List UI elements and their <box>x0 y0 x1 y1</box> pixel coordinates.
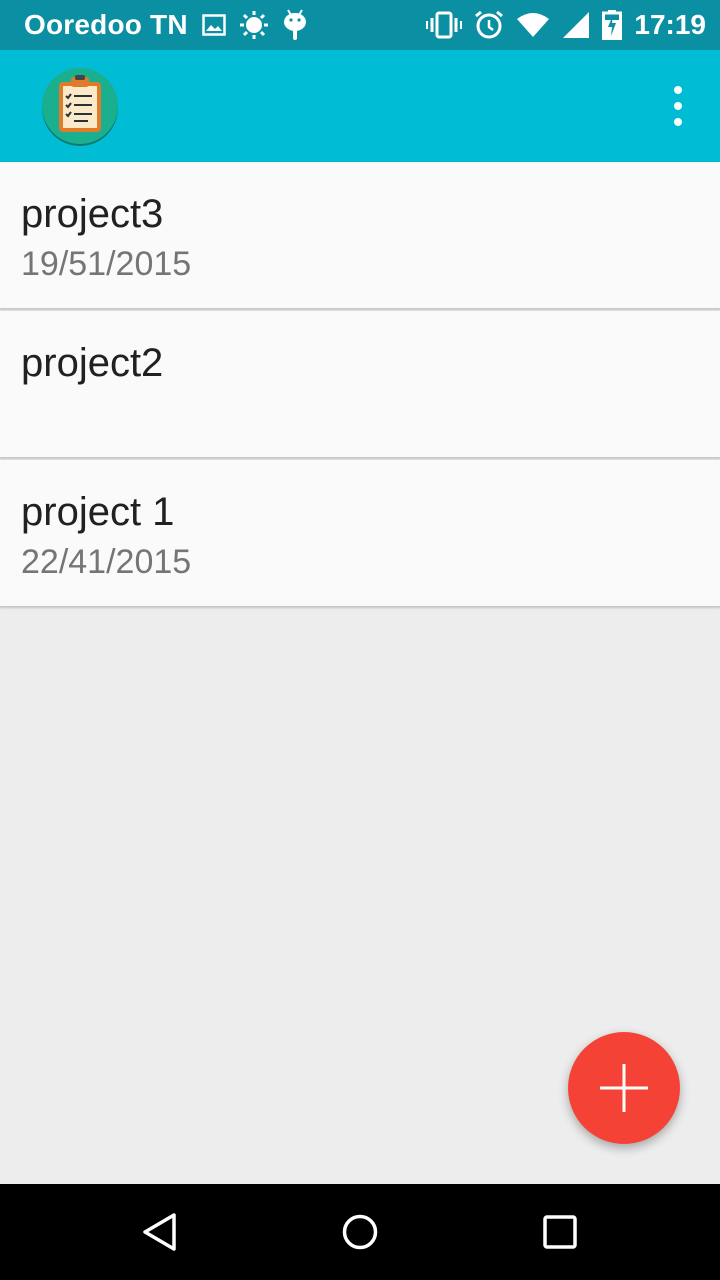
project-date: 19/51/2015 <box>21 245 192 283</box>
home-button[interactable] <box>320 1192 400 1272</box>
project-date <box>21 393 700 433</box>
signal-icon <box>562 11 590 39</box>
project-date: 22/41/2015 <box>21 543 192 581</box>
list-item[interactable]: project2 <box>0 311 720 458</box>
list-item[interactable]: project3 19/51/2015 <box>0 162 720 309</box>
image-icon <box>202 14 226 36</box>
alarm-icon <box>474 10 504 40</box>
overflow-menu-icon[interactable] <box>666 86 690 126</box>
battery-charging-icon <box>602 10 623 40</box>
app-bar <box>0 50 720 162</box>
clock: 17:19 <box>634 9 706 40</box>
plus-icon <box>600 1064 648 1112</box>
project-name: project3 <box>21 192 164 236</box>
clipboard-checklist-icon <box>40 66 120 146</box>
recents-icon <box>543 1215 577 1249</box>
vibrate-icon <box>426 11 463 39</box>
add-project-button[interactable] <box>568 1032 680 1144</box>
brightness-icon <box>239 11 268 39</box>
project-list: project3 19/51/2015 project2 project 1 2… <box>0 162 720 609</box>
navigation-bar <box>0 1184 720 1280</box>
carrier-name: Ooredoo TN <box>24 9 188 40</box>
home-icon <box>342 1214 378 1250</box>
list-item[interactable]: project 1 22/41/2015 <box>0 460 720 607</box>
project-name: project 1 <box>21 490 175 534</box>
android-icon <box>282 9 308 41</box>
back-icon <box>143 1213 176 1251</box>
project-name: project2 <box>21 341 164 385</box>
back-button[interactable] <box>120 1192 200 1272</box>
wifi-icon <box>516 12 550 38</box>
status-bar: Ooredoo TN 17:19 <box>0 0 720 50</box>
recents-button[interactable] <box>520 1192 600 1272</box>
